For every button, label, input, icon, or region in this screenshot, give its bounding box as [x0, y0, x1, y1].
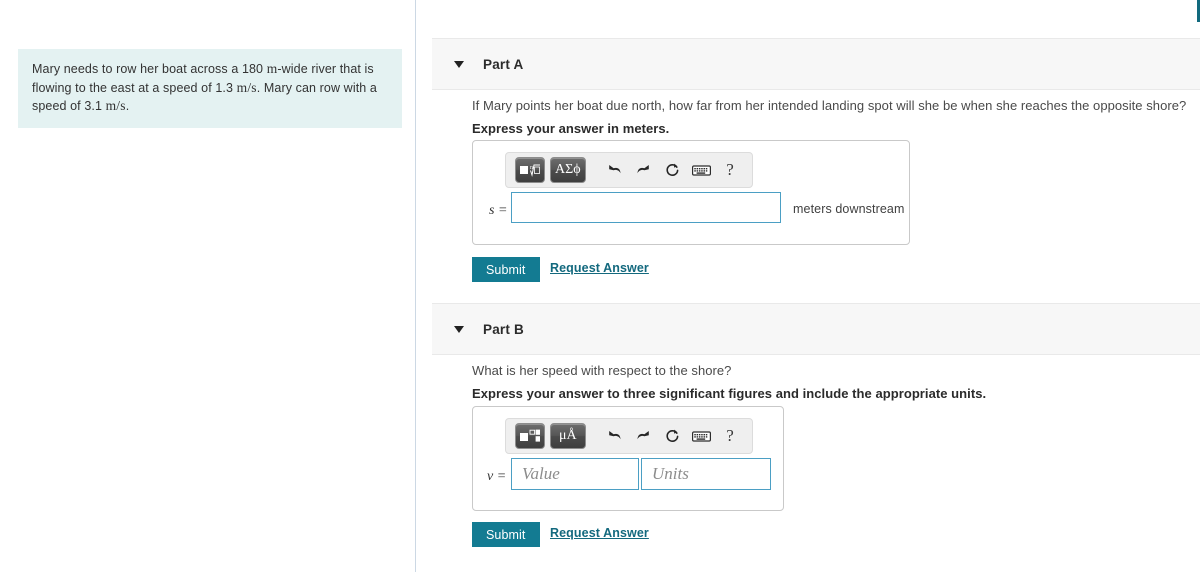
help-icon-label: ? [726, 160, 734, 179]
math-template-root-button[interactable]: n [515, 157, 545, 183]
keyboard-icon[interactable] [688, 157, 714, 183]
part-a-unit-suffix: meters downstream [793, 202, 905, 216]
help-icon[interactable]: ? [717, 423, 743, 449]
redo-icon[interactable] [631, 423, 657, 449]
help-icon-label: ? [726, 426, 734, 445]
help-icon[interactable]: ? [717, 157, 743, 183]
part-a-header[interactable]: Part A [432, 38, 1200, 90]
part-a-instruction: Express your answer in meters. [472, 121, 670, 136]
caret-down-icon[interactable] [454, 325, 464, 333]
answer-panel: Part A If Mary points her boat due north… [416, 0, 1200, 572]
part-a-title: Part A [483, 56, 524, 72]
part-b-title: Part B [483, 321, 524, 337]
math-template-blocks-button[interactable] [515, 423, 545, 449]
greek-symbols-button[interactable]: ΑΣϕ [549, 157, 586, 183]
keyboard-icon[interactable] [688, 423, 714, 449]
nth-root-icon: n [519, 164, 540, 177]
redo-icon[interactable] [631, 157, 657, 183]
part-a-question: If Mary points her boat due north, how f… [472, 98, 1187, 113]
caret-down-icon[interactable] [454, 60, 464, 68]
part-b-variable-label: v = [487, 469, 507, 484]
units-symbols-button[interactable]: μÅ [549, 423, 586, 449]
reset-icon[interactable] [659, 423, 685, 449]
part-a-toolbar: n ΑΣϕ ? [505, 152, 753, 188]
greek-symbols-label: ΑΣϕ [554, 162, 581, 177]
units-symbols-label: μÅ [558, 428, 577, 443]
part-b-instruction: Express your answer to three significant… [472, 386, 987, 401]
undo-icon[interactable] [602, 423, 628, 449]
part-b-request-answer-link[interactable]: Request Answer [550, 526, 649, 540]
undo-icon[interactable] [602, 157, 628, 183]
part-a-submit-button[interactable]: Submit [472, 257, 540, 282]
part-b-header[interactable]: Part B [432, 303, 1200, 355]
part-a-request-answer-link[interactable]: Request Answer [550, 261, 649, 275]
part-b-value-input[interactable] [511, 458, 639, 490]
problem-statement-text: Mary needs to row her boat across a 180 … [32, 61, 377, 113]
part-a-answer-box: n ΑΣϕ ? s = meters downstream [472, 140, 910, 245]
reset-icon[interactable] [659, 157, 685, 183]
part-b-answer-box: μÅ ? v = Value Units [472, 406, 784, 511]
part-b-units-input[interactable] [641, 458, 771, 490]
part-b-toolbar: μÅ ? [505, 418, 753, 454]
problem-panel: Mary needs to row her boat across a 180 … [0, 0, 415, 572]
part-b-submit-button[interactable]: Submit [472, 522, 540, 547]
part-a-variable-label: s = [489, 203, 508, 218]
template-blocks-icon [519, 429, 540, 442]
problem-statement: Mary needs to row her boat across a 180 … [18, 49, 402, 128]
part-b-question: What is her speed with respect to the sh… [472, 363, 732, 378]
part-a-answer-input[interactable] [511, 192, 781, 223]
